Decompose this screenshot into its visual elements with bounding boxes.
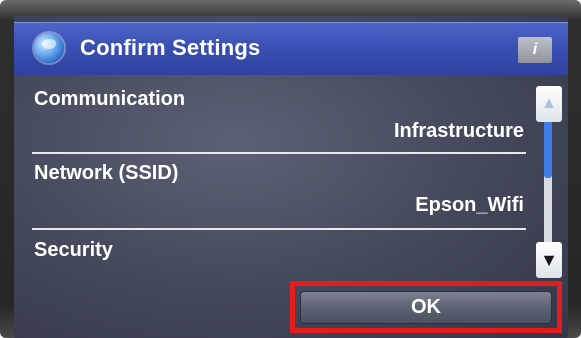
setting-value: Epson_Wifi bbox=[415, 194, 524, 216]
info-icon: i bbox=[532, 41, 538, 58]
setting-label: Security bbox=[34, 239, 113, 261]
setting-label: Communication bbox=[34, 88, 186, 110]
lcd-screen: Confirm Settings i Communication Infrast… bbox=[14, 16, 568, 338]
scroll-down-button[interactable]: ▼ bbox=[536, 242, 562, 278]
info-button[interactable]: i bbox=[518, 37, 552, 63]
setting-value: Infrastructure bbox=[393, 120, 524, 142]
globe-icon bbox=[34, 33, 64, 63]
device-bezel: Confirm Settings i Communication Infrast… bbox=[0, 0, 581, 338]
settings-list: Communication Infrastructure Network (SS… bbox=[14, 74, 534, 284]
chevron-up-icon: ▲ bbox=[541, 95, 557, 112]
row-divider bbox=[32, 152, 526, 154]
chevron-down-icon: ▼ bbox=[540, 250, 558, 270]
page-title: Confirm Settings bbox=[80, 35, 261, 60]
title-bar: Confirm Settings i bbox=[14, 22, 568, 75]
scroll-up-button[interactable]: ▲ bbox=[536, 86, 562, 122]
ok-button[interactable]: OK bbox=[300, 291, 552, 324]
setting-label: Network (SSID) bbox=[34, 162, 179, 184]
row-divider bbox=[32, 228, 526, 230]
